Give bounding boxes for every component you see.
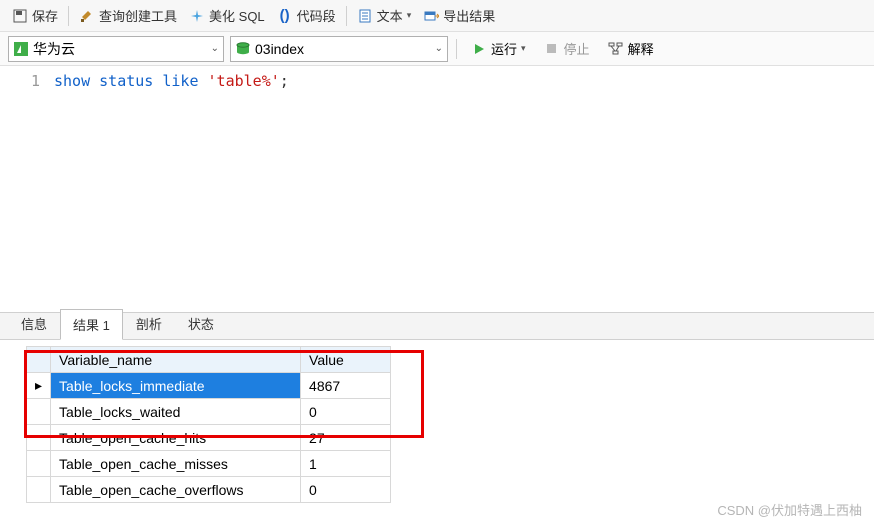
table-row[interactable]: Table_locks_waited 0 (27, 399, 391, 425)
hammer-icon (79, 8, 95, 24)
sql-editor[interactable]: 1 show status like 'table%'; (0, 66, 874, 312)
row-indicator (27, 477, 51, 503)
cell-name[interactable]: Table_locks_waited (51, 399, 301, 425)
separator (456, 39, 457, 59)
connection-combo[interactable]: 华为云 ⌄ (8, 36, 224, 62)
separator (346, 6, 347, 26)
row-indicator (27, 399, 51, 425)
keyword-like: like (162, 72, 198, 90)
col-header-name[interactable]: Variable_name (51, 347, 301, 373)
export-label: 导出结果 (443, 6, 495, 25)
chevron-down-icon: ⌄ (435, 43, 443, 54)
separator (68, 6, 69, 26)
table-row[interactable]: Table_open_cache_hits 27 (27, 425, 391, 451)
cell-name[interactable]: Table_open_cache_overflows (51, 477, 301, 503)
snippets-button[interactable]: () 代码段 (273, 4, 340, 27)
beautify-label: 美化 SQL (209, 6, 265, 25)
beautify-button[interactable]: 美化 SQL (185, 4, 269, 27)
database-icon (235, 41, 251, 57)
table-row[interactable]: Table_open_cache_misses 1 (27, 451, 391, 477)
row-indicator (27, 451, 51, 477)
keyword-show: show (54, 72, 90, 90)
table-row[interactable]: Table_open_cache_overflows 0 (27, 477, 391, 503)
parentheses-icon: () (277, 8, 293, 24)
sparkle-icon (189, 8, 205, 24)
results-panel: Variable_name Value ▸ Table_locks_immedi… (0, 346, 874, 503)
connection-value: 华为云 (33, 39, 75, 59)
connection-bar: 华为云 ⌄ 03index ⌄ 运行 ▾ 停止 解释 (0, 32, 874, 66)
run-label: 运行 (491, 39, 517, 58)
text-button[interactable]: 文本 ▾ (353, 4, 416, 27)
main-toolbar: 保存 查询创建工具 美化 SQL () 代码段 文本 ▾ 导出结果 (0, 0, 874, 32)
stop-label: 停止 (564, 39, 590, 58)
cell-name[interactable]: Table_open_cache_hits (51, 425, 301, 451)
cell-value[interactable]: 0 (301, 399, 391, 425)
table-row[interactable]: ▸ Table_locks_immediate 4867 (27, 373, 391, 399)
database-combo[interactable]: 03index ⌄ (230, 36, 448, 62)
string-literal: 'table%' (208, 72, 280, 90)
document-icon (357, 8, 373, 24)
explain-icon (608, 41, 624, 57)
dropdown-arrow-icon: ▾ (407, 10, 412, 21)
text-label: 文本 (377, 6, 403, 25)
export-button[interactable]: 导出结果 (419, 4, 499, 27)
dropdown-arrow-icon: ▾ (521, 43, 526, 54)
cell-name[interactable]: Table_locks_immediate (51, 373, 301, 399)
line-gutter: 1 (0, 66, 50, 312)
save-button[interactable]: 保存 (8, 4, 62, 27)
keyword-status: status (99, 72, 153, 90)
query-builder-button[interactable]: 查询创建工具 (75, 4, 181, 27)
tab-status[interactable]: 状态 (175, 308, 227, 339)
cell-value[interactable]: 1 (301, 451, 391, 477)
snippets-label: 代码段 (297, 6, 336, 25)
connection-icon (13, 41, 29, 57)
run-button[interactable]: 运行 ▾ (465, 37, 532, 60)
tab-info[interactable]: 信息 (8, 308, 60, 339)
explain-button[interactable]: 解释 (602, 37, 660, 60)
cell-name[interactable]: Table_open_cache_misses (51, 451, 301, 477)
results-grid[interactable]: Variable_name Value ▸ Table_locks_immedi… (26, 346, 391, 503)
export-icon (423, 8, 439, 24)
grid-header-row: Variable_name Value (27, 347, 391, 373)
tab-profile[interactable]: 剖析 (123, 308, 175, 339)
row-pointer-icon: ▸ (27, 373, 51, 399)
save-label: 保存 (32, 6, 58, 25)
row-indicator-header (27, 347, 51, 373)
stop-button[interactable]: 停止 (538, 37, 596, 60)
explain-label: 解释 (628, 39, 654, 58)
cell-value[interactable]: 4867 (301, 373, 391, 399)
chevron-down-icon: ⌄ (211, 43, 219, 54)
query-builder-label: 查询创建工具 (99, 6, 177, 25)
tab-result[interactable]: 结果 1 (60, 309, 123, 340)
stop-icon (544, 41, 560, 57)
row-indicator (27, 425, 51, 451)
watermark: CSDN @伏加特遇上西柚 (717, 500, 862, 519)
code-area[interactable]: show status like 'table%'; (50, 66, 289, 312)
col-header-value[interactable]: Value (301, 347, 391, 373)
semicolon: ; (280, 72, 289, 90)
cell-value[interactable]: 27 (301, 425, 391, 451)
database-value: 03index (255, 41, 304, 57)
play-icon (471, 41, 487, 57)
save-icon (12, 8, 28, 24)
result-tabs: 信息 结果 1 剖析 状态 (0, 312, 874, 340)
line-number: 1 (0, 72, 40, 90)
cell-value[interactable]: 0 (301, 477, 391, 503)
